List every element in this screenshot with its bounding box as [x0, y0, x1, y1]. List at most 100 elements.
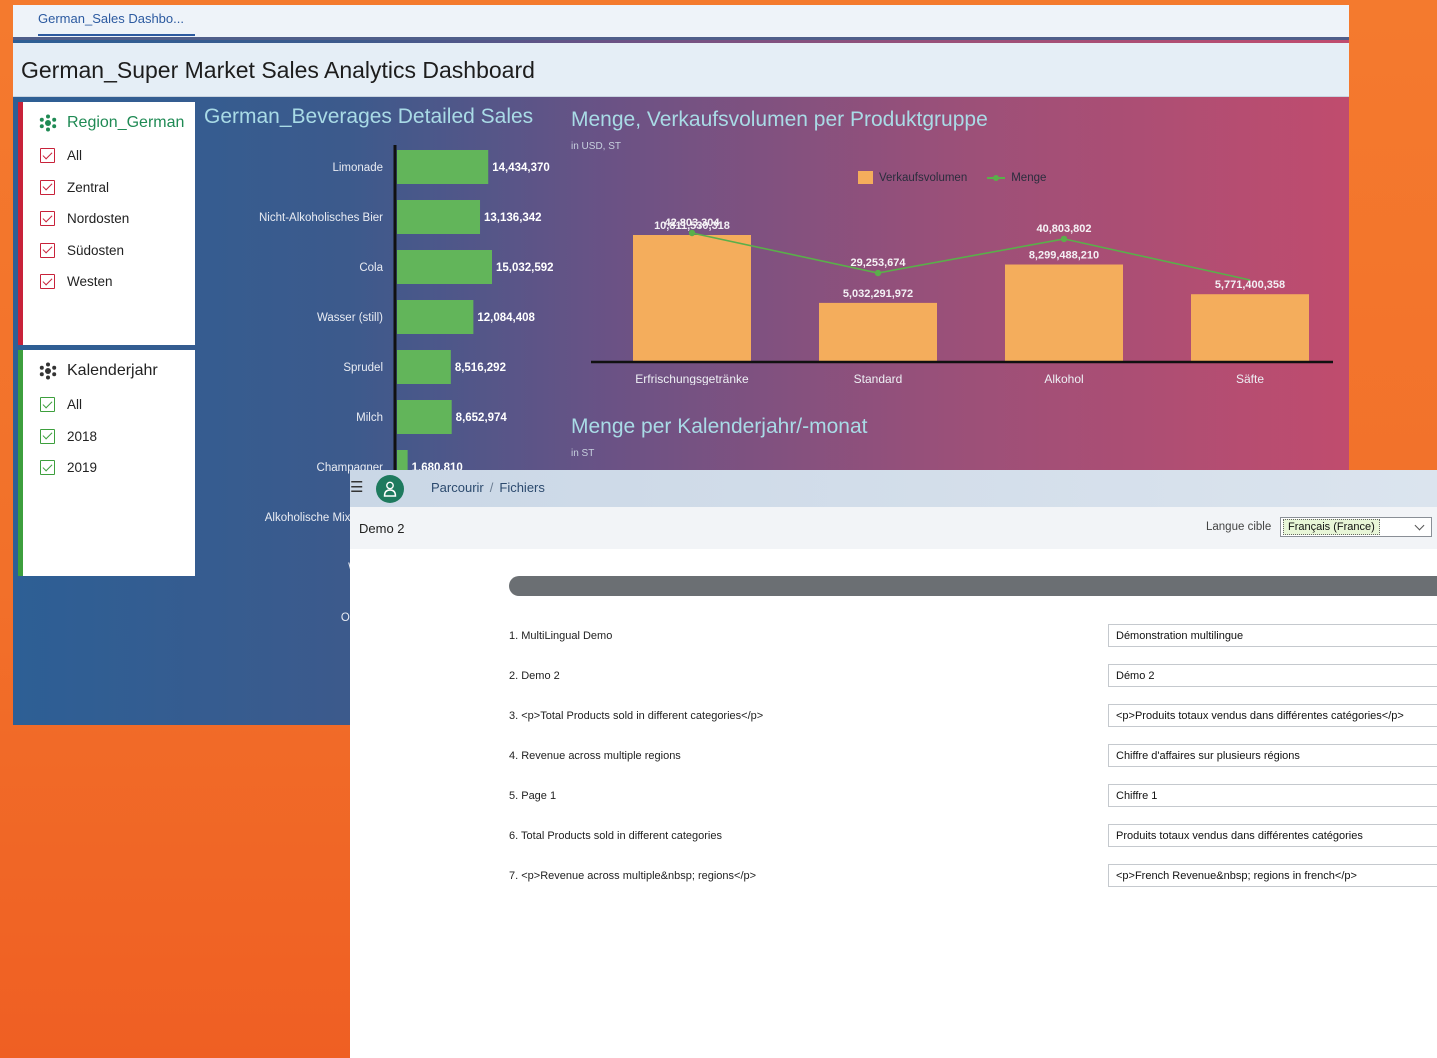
region-option-label: Zentral [67, 179, 110, 195]
region-option-label: Südosten [67, 242, 125, 258]
beverages-chart-title: German_Beverages Detailed Sales [204, 105, 534, 128]
checkbox-checked-icon[interactable] [40, 179, 55, 195]
bar[interactable] [397, 300, 474, 334]
dashboard-tab-bar: German_Sales Dashbo... [13, 5, 1349, 40]
category-label: Erfrischungsgetränke [635, 372, 749, 385]
data-label: 5,032,291,972 [843, 288, 913, 300]
source-text: 5. Page 1 [509, 790, 557, 802]
year-option[interactable]: 2018 [40, 428, 98, 444]
breadcrumb-parcourir[interactable]: Parcourir [431, 480, 484, 495]
target-language-label: Langue cible [1206, 521, 1272, 533]
progress-bar [509, 576, 1437, 596]
source-text: 3. <p>Total Products sold in different c… [509, 710, 764, 722]
data-label: 29,253,674 [850, 257, 906, 269]
target-language-value: Français (France) [1283, 519, 1380, 535]
kalender-chart-title: Menge per Kalenderjahr/-monat [571, 415, 868, 438]
region-filter-title: Region_German [39, 114, 184, 132]
breadcrumb-separator: / [489, 480, 494, 495]
checkbox-checked-icon[interactable] [40, 274, 55, 289]
data-label: 8,516,292 [455, 362, 506, 374]
translation-input[interactable]: Chiffre d'affaires sur plusieurs régions [1108, 744, 1437, 767]
category-label: Milch [356, 412, 383, 424]
chevron-down-icon [1414, 520, 1425, 531]
bar[interactable] [397, 350, 451, 384]
year-option[interactable]: All [40, 397, 82, 412]
bar[interactable] [633, 235, 751, 362]
translation-input[interactable]: Démonstration multilingue [1108, 624, 1437, 647]
checkbox-checked-icon[interactable] [40, 148, 55, 163]
data-label: 13,136,342 [484, 212, 542, 224]
data-label: 15,032,592 [496, 262, 553, 274]
line-point[interactable] [688, 229, 696, 237]
category-label: Limonade [332, 162, 383, 174]
category-label: Cola [359, 262, 383, 274]
year-option[interactable]: 2019 [40, 460, 97, 475]
hierarchy-icon [39, 362, 57, 380]
category-label: Standard [854, 372, 903, 385]
translation-input[interactable]: <p>French Revenue&nbsp; regions in frenc… [1108, 864, 1437, 887]
dashboard-title-bar: German_Super Market Sales Analytics Dash… [13, 43, 1349, 97]
checkbox-checked-icon[interactable] [40, 428, 55, 444]
series-line [691, 232, 1251, 281]
translation-input[interactable]: Démo 2 [1108, 664, 1437, 687]
checkbox-checked-icon[interactable] [40, 211, 55, 226]
bar[interactable] [819, 302, 937, 362]
source-text: 2. Demo 2 [509, 670, 560, 682]
bar[interactable] [397, 250, 492, 284]
data-label: 42,803,304 [664, 217, 720, 229]
target-language-select[interactable]: Français (France) [1280, 517, 1432, 537]
kalender-chart-subtitle: in ST [571, 448, 595, 459]
region-option[interactable]: Nordosten [40, 211, 129, 226]
translation-input[interactable]: Produits totaux vendus dans différentes … [1108, 824, 1437, 847]
region-filter-label: Region_German [67, 114, 185, 131]
region-option[interactable]: All [40, 148, 82, 163]
region-option-label: Nordosten [67, 211, 130, 226]
data-label: 12,084,408 [477, 312, 535, 324]
dashboard-tab[interactable]: German_Sales Dashbo... [38, 11, 195, 36]
data-label: 5,771,400,358 [1215, 279, 1285, 291]
year-filter-panel: Kalenderjahr All 2018 2019 [18, 350, 195, 576]
category-label: Säfte [1236, 372, 1264, 385]
data-label: 8,299,488,210 [1029, 250, 1099, 262]
line-point[interactable] [1060, 235, 1068, 243]
category-label: Nicht-Alkoholisches Bier [259, 212, 383, 224]
region-option[interactable]: Südosten [40, 242, 125, 258]
bar[interactable] [397, 150, 489, 184]
year-option-label: 2019 [67, 460, 98, 475]
bar[interactable] [1005, 264, 1123, 362]
category-label: Wasser (still) [317, 312, 383, 324]
region-option[interactable]: Zentral [40, 179, 110, 195]
category-label: Alkohol [1044, 372, 1083, 385]
user-avatar-icon[interactable] [376, 475, 404, 503]
region-filter-panel: Region_German All Zentral Nordosten Südoste… [18, 102, 195, 345]
line-point[interactable] [874, 269, 882, 277]
year-option-label: 2018 [67, 428, 98, 444]
bar[interactable] [1191, 294, 1309, 362]
source-text: 1. MultiLingual Demo [509, 630, 613, 642]
translation-input[interactable]: <p>Produits totaux vendus dans différent… [1108, 704, 1437, 727]
source-text: 7. <p>Revenue across multiple&nbsp; regi… [509, 870, 757, 882]
checkbox-checked-icon[interactable] [40, 397, 55, 412]
dashboard-title: German_Super Market Sales Analytics Dash… [21, 57, 535, 83]
translation-input[interactable]: Chiffre 1 [1108, 784, 1437, 807]
region-option-label: Westen [67, 274, 113, 289]
hierarchy-icon [39, 114, 57, 132]
menge-chart-title: Menge, Verkaufsvolumen per Produktgruppe [571, 108, 988, 131]
bar[interactable] [397, 200, 481, 234]
checkbox-checked-icon[interactable] [40, 460, 55, 475]
data-label: 8,652,974 [456, 412, 508, 424]
checkbox-checked-icon[interactable] [40, 242, 55, 258]
year-filter-title: Kalenderjahr [39, 362, 158, 380]
data-label: 40,803,802 [1036, 223, 1091, 235]
breadcrumb: Parcourir / Fichiers [431, 480, 545, 495]
breadcrumb-fichiers[interactable]: Fichiers [499, 480, 545, 495]
bar[interactable] [397, 400, 452, 434]
menge-combo-chart: 10,811,530,318Erfrischungsgetränke5,032,… [591, 217, 1333, 385]
year-option-label: All [67, 397, 83, 412]
category-label: Sprudel [343, 362, 383, 374]
document-name: Demo 2 [359, 521, 405, 536]
source-text: 6. Total Products sold in different cate… [509, 830, 722, 842]
menu-icon[interactable]: ☰ [350, 478, 363, 496]
document-header: Demo 2 Langue cible Français (France) [350, 507, 1437, 549]
region-option[interactable]: Westen [40, 274, 113, 289]
